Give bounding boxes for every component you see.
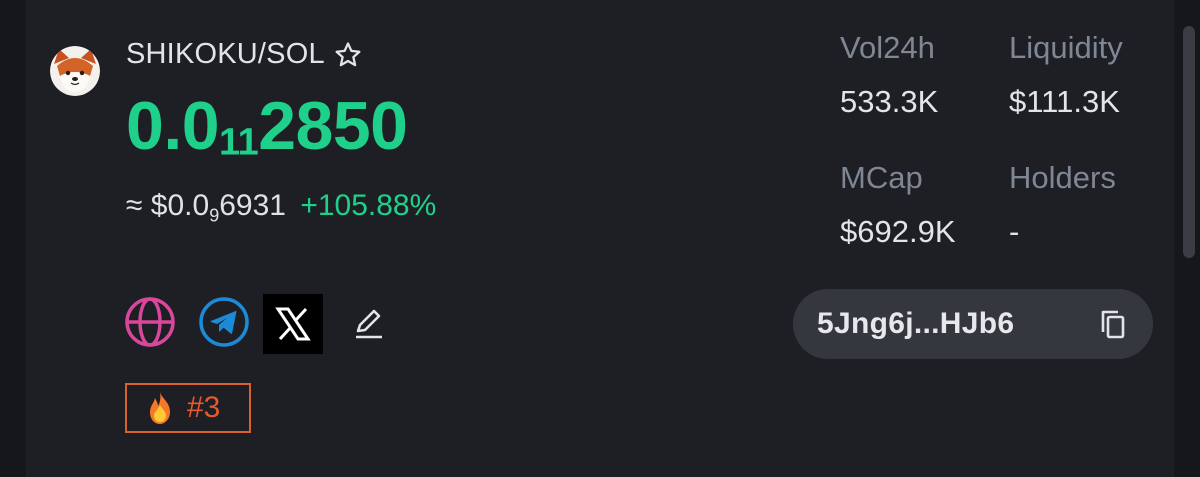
usd-prefix: ≈ $0.0 xyxy=(126,189,210,222)
rank-label: #3 xyxy=(187,391,221,424)
token-price: 0.0112850 xyxy=(126,88,408,181)
token-avatar xyxy=(50,46,100,96)
usd-price: ≈ $0.096931 xyxy=(126,189,286,226)
stat-volume: Vol24h 533.3K xyxy=(840,30,938,120)
price-digits: 2850 xyxy=(258,88,408,164)
fire-icon xyxy=(150,392,170,424)
stat-liquidity-value: $111.3K xyxy=(1009,84,1120,119)
price-zero-count: 11 xyxy=(219,121,259,164)
scrollbar[interactable] xyxy=(1183,26,1195,258)
stat-volume-value: 533.3K xyxy=(840,84,939,119)
globe-icon xyxy=(125,297,175,347)
x-link[interactable] xyxy=(263,294,323,354)
pair-name: SHIKOKU/SOL xyxy=(126,38,325,70)
stat-mcap: MCap $692.9K xyxy=(840,160,956,250)
trending-rank-badge[interactable]: #3 xyxy=(125,383,251,433)
copy-icon[interactable] xyxy=(1097,308,1129,340)
stat-liquidity-label: Liquidity xyxy=(1009,30,1123,65)
star-outline-icon[interactable] xyxy=(333,40,363,70)
website-link[interactable] xyxy=(124,296,176,348)
contract-address: 5Jng6j...HJb6 xyxy=(817,307,1015,340)
usd-zero-count: 9 xyxy=(209,205,220,226)
telegram-icon xyxy=(199,297,249,347)
stat-holders: Holders - xyxy=(1009,160,1116,250)
stat-holders-value: - xyxy=(1009,214,1020,249)
pencil-icon xyxy=(356,309,382,339)
stat-holders-label: Holders xyxy=(1009,160,1116,195)
stat-liquidity: Liquidity $111.3K xyxy=(1009,30,1123,120)
stat-mcap-value: $692.9K xyxy=(840,214,956,249)
shiba-avatar-icon xyxy=(50,46,100,96)
edit-button[interactable] xyxy=(352,306,386,340)
price-prefix: 0.0 xyxy=(126,88,220,164)
x-logo-icon xyxy=(275,307,311,341)
price-change: +105.88% xyxy=(300,189,437,222)
telegram-link[interactable] xyxy=(198,296,250,348)
usd-price-row: ≈ $0.096931 +105.88% xyxy=(126,186,436,235)
contract-address-button[interactable]: 5Jng6j...HJb6 xyxy=(793,289,1153,359)
stat-volume-label: Vol24h xyxy=(840,30,935,65)
stat-mcap-label: MCap xyxy=(840,160,923,195)
pair-title: SHIKOKU/SOL xyxy=(126,38,363,71)
usd-digits: 6931 xyxy=(219,189,286,222)
